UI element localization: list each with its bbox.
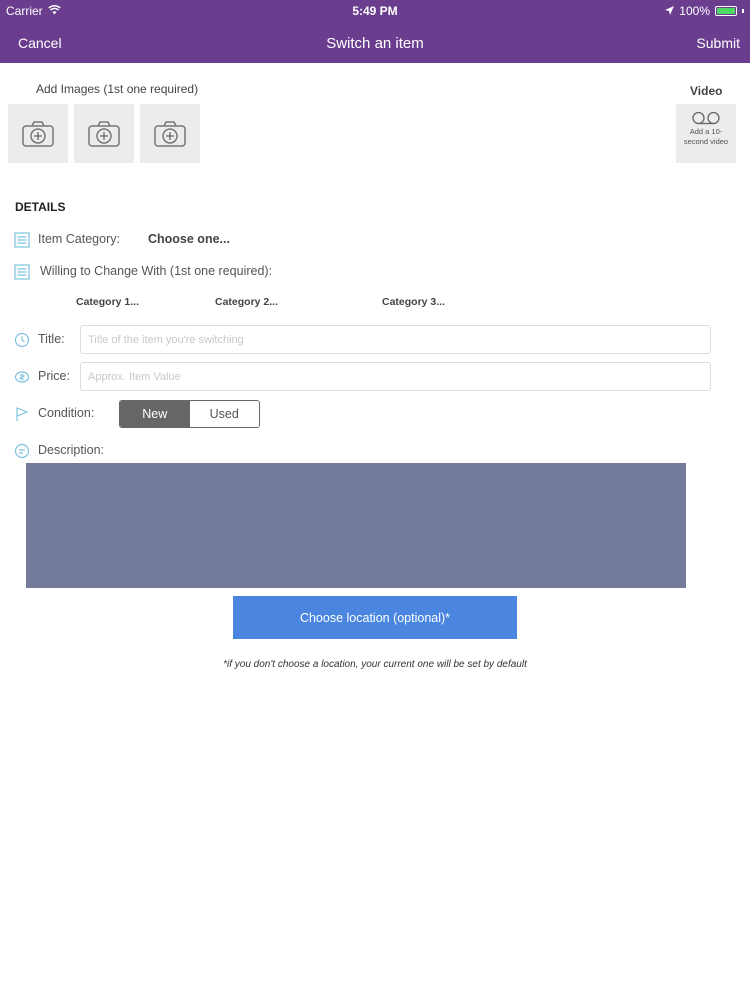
item-category-select[interactable]: Choose one... xyxy=(148,232,230,246)
list-icon xyxy=(14,264,30,280)
photo-slot-3[interactable] xyxy=(140,104,200,163)
condition-used-option[interactable]: Used xyxy=(189,401,259,427)
details-heading: DETAILS xyxy=(15,200,66,214)
condition-new-option[interactable]: New xyxy=(120,401,190,427)
willing-label: Willing to Change With (1st one required… xyxy=(40,264,273,278)
item-category-label: Item Category: xyxy=(38,232,120,246)
add-photo-icon xyxy=(154,120,186,147)
price-input[interactable] xyxy=(80,362,711,391)
status-bar: Carrier 5:49 PM 100% xyxy=(0,0,750,22)
photo-slot-1[interactable] xyxy=(8,104,68,163)
title-label: Title: xyxy=(38,332,65,346)
category-1-select[interactable]: Category 1... xyxy=(76,296,139,308)
title-input[interactable] xyxy=(80,325,711,354)
condition-segmented-control: New Used xyxy=(119,400,260,428)
submit-button[interactable]: Submit xyxy=(696,35,740,51)
photo-slot-2[interactable] xyxy=(74,104,134,163)
video-label: Video xyxy=(690,84,723,98)
location-note: *if you don't choose a location, your cu… xyxy=(223,659,527,670)
category-3-select[interactable]: Category 3... xyxy=(382,296,445,308)
battery-tip xyxy=(742,9,744,13)
status-right: 100% xyxy=(665,4,744,18)
description-label: Description: xyxy=(38,443,104,457)
voicemail-icon xyxy=(692,111,720,125)
description-textarea[interactable] xyxy=(26,463,686,588)
add-video-button[interactable]: Add a 10-second video xyxy=(676,104,736,163)
add-photo-icon xyxy=(88,120,120,147)
description-icon xyxy=(14,443,30,459)
price-label: Price: xyxy=(38,369,70,383)
category-2-select[interactable]: Category 2... xyxy=(215,296,278,308)
tag-icon xyxy=(14,332,30,348)
condition-label: Condition: xyxy=(38,406,95,420)
page-title: Switch an item xyxy=(326,35,424,52)
battery-percent: 100% xyxy=(679,4,710,18)
price-icon xyxy=(14,371,30,383)
choose-location-button[interactable]: Choose location (optional)* xyxy=(233,596,517,639)
add-video-text: Add a 10-second video xyxy=(683,127,729,146)
add-photo-icon xyxy=(22,120,54,147)
location-arrow-icon xyxy=(665,4,675,18)
list-icon xyxy=(14,232,30,248)
battery-icon xyxy=(715,6,737,16)
nav-bar: Cancel Switch an item Submit xyxy=(0,22,750,63)
clock: 5:49 PM xyxy=(352,4,398,18)
flag-icon xyxy=(16,407,29,421)
add-images-label: Add Images (1st one required) xyxy=(36,82,199,96)
